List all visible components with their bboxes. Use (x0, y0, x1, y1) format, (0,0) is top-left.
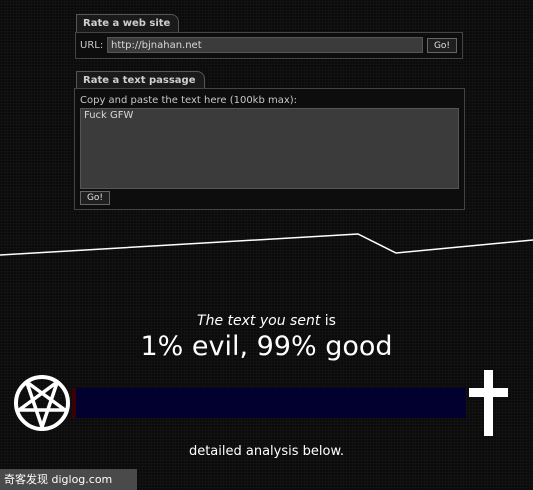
good-portion (75, 388, 466, 418)
tab-rate-web-site-label: Rate a web site (83, 18, 171, 29)
evil-good-bar (72, 388, 466, 418)
url-label: URL: (80, 40, 104, 51)
watermark: 奇客发现 diglog.com (0, 469, 137, 490)
result-summary: The text you sent is (0, 313, 533, 329)
url-go-button[interactable]: Go! (427, 38, 457, 53)
url-input[interactable] (107, 37, 423, 53)
divider-line (0, 233, 533, 256)
tab-rate-text-passage: Rate a text passage (76, 71, 205, 89)
text-passage-form: Copy and paste the text here (100kb max)… (74, 88, 465, 210)
detail-text: detailed analysis below. (188, 444, 345, 459)
result-source-label: The text you sent (197, 313, 321, 329)
cross-icon (469, 370, 508, 436)
tab-rate-text-passage-label: Rate a text passage (83, 75, 196, 86)
tab-rate-web-site: Rate a web site (76, 14, 180, 32)
text-passage-input[interactable]: Fuck GFW (80, 108, 459, 189)
pentagram-icon (14, 375, 70, 431)
text-instructions: Copy and paste the text here (100kb max)… (80, 95, 298, 106)
result-verdict: 1% evil, 99% good (140, 331, 393, 362)
web-site-form: URL: Go! (75, 32, 463, 59)
result-is-word: is (324, 313, 336, 329)
text-go-button[interactable]: Go! (80, 191, 110, 205)
